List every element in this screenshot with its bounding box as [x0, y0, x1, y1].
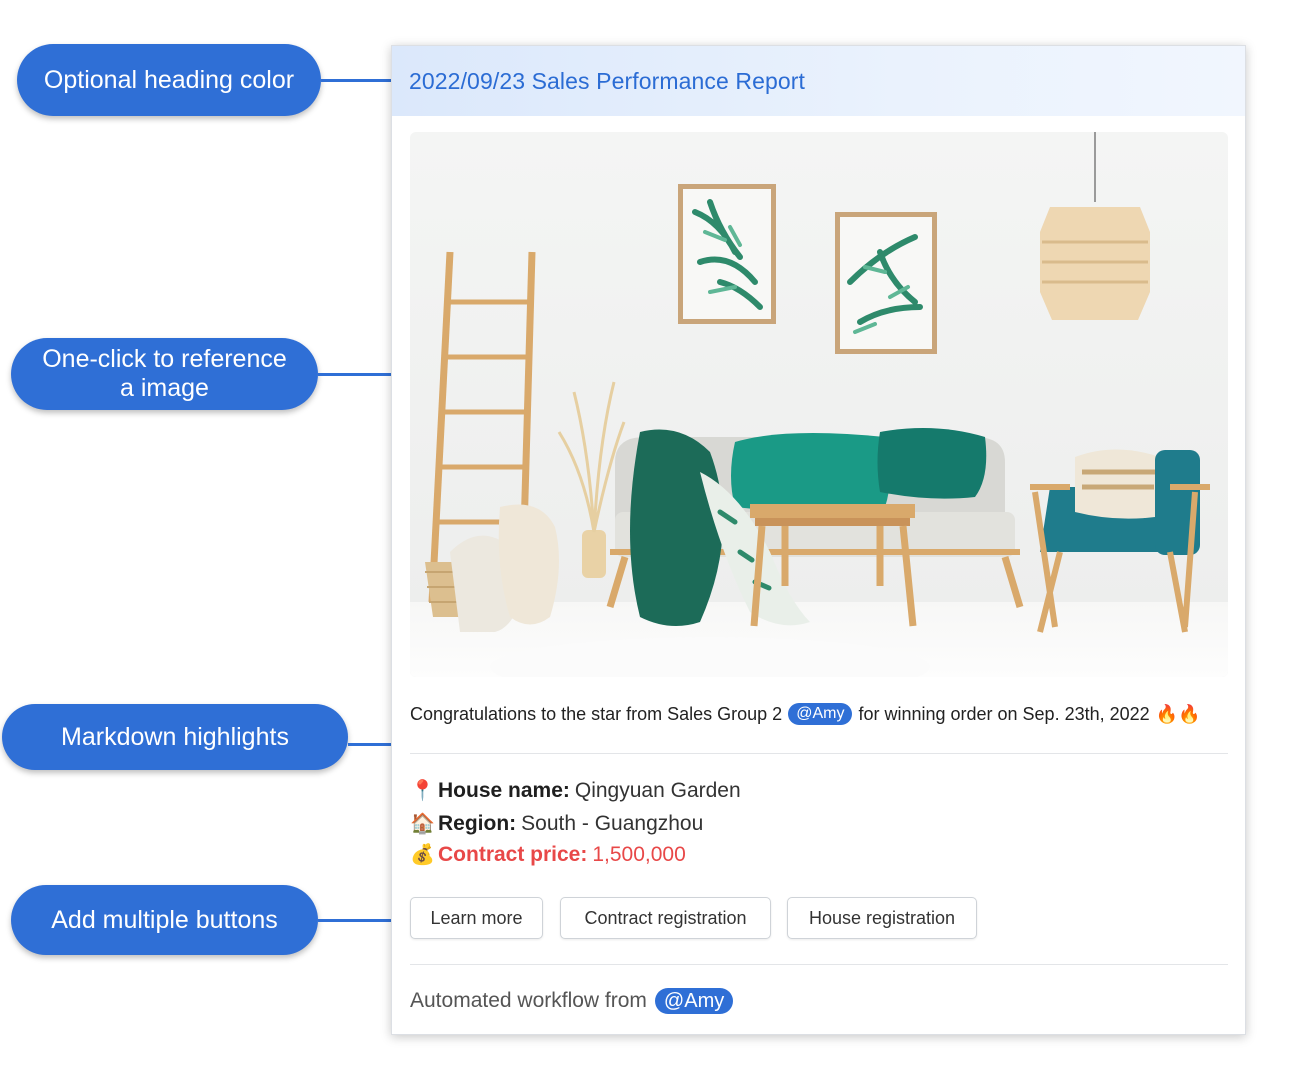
callout-markdown: Markdown highlights — [2, 704, 348, 770]
house-icon: 🏠 — [410, 813, 435, 835]
callout-reference-image: One-click to reference a image — [11, 338, 318, 410]
callout-heading-color: Optional heading color — [17, 44, 321, 116]
message-card: 2022/09/23 Sales Performance Report Cong… — [391, 45, 1246, 1035]
callout-heading-connector — [321, 79, 391, 82]
callout-markdown-text: Markdown highlights — [61, 722, 289, 751]
callout-buttons-connector — [318, 919, 391, 922]
detail-region-key: Region: — [438, 811, 517, 835]
detail-contract-price: 💰 Contract price: 1,500,000 — [410, 842, 686, 867]
footer-text: Automated workflow from — [410, 989, 647, 1012]
callout-markdown-connector — [348, 743, 391, 746]
living-room-photo-icon — [410, 132, 1228, 677]
detail-region-value: South - Guangzhou — [521, 811, 704, 835]
detail-contract-price-value: 1,500,000 — [592, 842, 686, 866]
callout-reference-connector — [318, 373, 391, 376]
card-title: 2022/09/23 Sales Performance Report — [409, 67, 806, 94]
screenshot-stage: Optional heading color One-click to refe… — [0, 0, 1292, 1080]
detail-house-name: 📍 House name: Qingyuan Garden — [410, 778, 741, 803]
congrats-prefix: Congratulations to the star from Sales G… — [410, 703, 783, 724]
money-bag-icon: 💰 — [410, 844, 435, 866]
learn-more-button[interactable]: Learn more — [410, 897, 543, 939]
house-registration-button[interactable]: House registration — [787, 897, 977, 939]
card-footer: Automated workflow from @Amy — [410, 988, 734, 1014]
detail-contract-price-key: Contract price: — [438, 842, 588, 866]
detail-house-name-value: Qingyuan Garden — [574, 778, 741, 802]
congrats-suffix: for winning order on Sep. 23th, 2022 — [858, 703, 1150, 724]
congrats-line: Congratulations to the star from Sales G… — [410, 703, 1200, 725]
callout-reference-image-line2: a image — [120, 374, 209, 402]
callout-buttons-text: Add multiple buttons — [51, 905, 278, 934]
callout-reference-image-line1: One-click to reference — [42, 345, 287, 373]
fire-icon: 🔥🔥 — [1155, 703, 1201, 724]
hero-image[interactable] — [410, 132, 1228, 677]
callout-heading-color-text: Optional heading color — [43, 65, 295, 94]
pin-icon: 📍 — [410, 780, 435, 802]
divider-bottom — [410, 964, 1228, 965]
detail-region: 🏠 Region: South - Guangzhou — [410, 811, 703, 836]
callout-buttons: Add multiple buttons — [11, 885, 318, 955]
mention-amy-footer[interactable]: @Amy — [654, 988, 734, 1014]
card-header: 2022/09/23 Sales Performance Report — [392, 46, 1245, 116]
mention-amy-inline[interactable]: @Amy — [788, 703, 853, 725]
contract-registration-button[interactable]: Contract registration — [560, 897, 771, 939]
detail-house-name-key: House name: — [438, 778, 570, 802]
divider-top — [410, 753, 1228, 754]
